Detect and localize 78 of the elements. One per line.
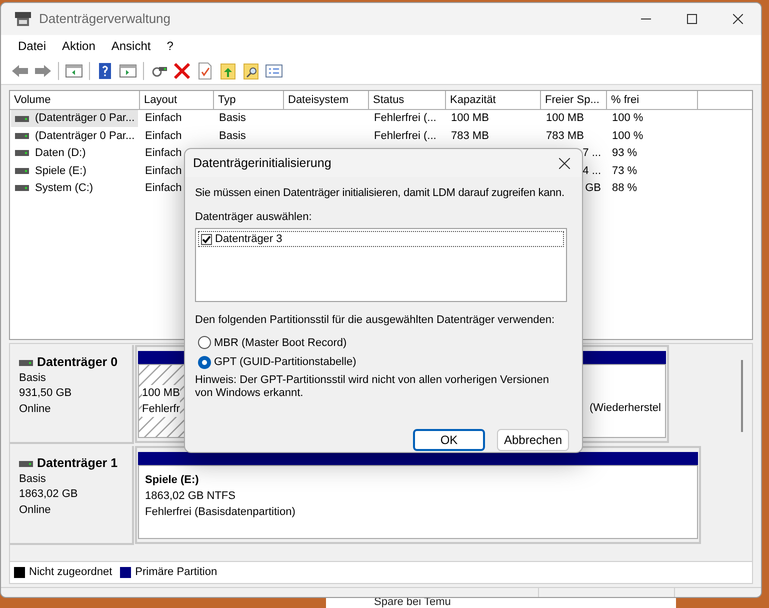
drive-icon [15, 185, 29, 192]
window-title: Datenträgerverwaltung [39, 10, 171, 28]
partition-title: Spiele (E:) [145, 473, 200, 488]
menu-item[interactable]: Datei [11, 37, 54, 55]
drive-icon [15, 150, 29, 156]
radio-label: MBR (Master Boot Record) [214, 336, 347, 350]
partition-block[interactable]: Spiele (E:) 1863,02 GB NTFS Fehlerfrei (Basisdatenpartition) [138, 465, 698, 539]
disk-status: Online [19, 402, 52, 416]
partition-text: Fehlerfrei (Basisdatenpartition) [145, 505, 296, 520]
table-cell-text: 100 % [612, 128, 644, 144]
drive-icon [19, 460, 33, 467]
column-header[interactable]: % frei [607, 91, 698, 110]
column-header[interactable]: Status [369, 91, 446, 110]
select-label: Datenträger auswählen: [195, 210, 313, 224]
scrollbar-thumb[interactable] [741, 360, 743, 432]
radio-button[interactable] [198, 336, 211, 350]
disk-name: Datenträger 1 [37, 456, 118, 472]
partition-text: (Wiederherstel [589, 400, 661, 416]
table-cell-text: 783 MB [451, 128, 489, 144]
menu-item[interactable]: ? [160, 37, 180, 55]
table-cell-text: Einfach [145, 146, 182, 162]
partition-text: 1863,02 GB NTFS [145, 489, 236, 504]
menu-item[interactable]: Aktion [55, 37, 102, 55]
disk-type: Basis [19, 370, 47, 386]
table-cell-text: GB [585, 181, 601, 196]
column-header[interactable]: Typ [214, 91, 284, 110]
disk-name: Datenträger 0 [37, 355, 118, 370]
app-icon [15, 12, 31, 26]
partition-text: 100 MB [142, 385, 180, 401]
table-cell-text: Fehlerfrei (... [374, 111, 436, 126]
dialog-title: Datenträgerinitialisierung [193, 154, 332, 172]
disk-list-item[interactable]: Datenträger 3 [198, 231, 564, 247]
drive-icon [15, 116, 29, 122]
radio-label: GPT (GUID-Partitionstabelle) [214, 355, 356, 370]
column-header[interactable]: Dateisystem [284, 91, 369, 110]
style-label: Den folgenden Partitionsstil für die ausgewählten Datenträger verwenden: [195, 313, 556, 328]
table-cell-text: 4 ... [582, 164, 601, 179]
checkbox[interactable] [201, 234, 212, 244]
column-header[interactable]: Freier Sp... [541, 91, 607, 110]
table-cell-text: 783 MB [546, 128, 584, 144]
column-header[interactable]: Kapazität [446, 91, 541, 110]
disk-status: Online [19, 502, 52, 518]
dialog-note: Hinweis: Der GPT-Partitionsstil wird nicht von allen vorherigen Versionen von Windows erkannt. [195, 374, 550, 400]
disk-label-panel[interactable]: Datenträger 1 Basis 1863,02 GB Online [10, 446, 134, 545]
dialog-button[interactable]: OK [413, 428, 485, 450]
table-cell-text: 93 % [612, 146, 638, 162]
drive-icon [15, 168, 29, 174]
table-cell-text: Einfach [145, 128, 182, 144]
disk-label-panel[interactable]: Datenträger 0 Basis 931,50 GB Online [10, 345, 134, 444]
partition-text: Fehlerfr [142, 401, 180, 417]
table-cell-text: Einfach [145, 181, 182, 196]
disk-size: 931,50 GB [19, 386, 73, 401]
drive-icon [15, 133, 29, 140]
radio-button[interactable] [198, 356, 211, 369]
maximize-icon [687, 14, 697, 24]
dialog-message: Sie müssen einen Datenträger initialisieren, damit LDM darauf zugreifen kann. [195, 186, 564, 201]
table-cell-text: 100 MB [451, 111, 489, 126]
table-cell-text: 73 % [612, 164, 638, 179]
table-cell-text: 7 ... [582, 146, 601, 162]
dialog-button[interactable]: Abbrechen [497, 428, 569, 450]
close-icon [733, 14, 743, 24]
table-cell-text: Basis [219, 111, 246, 126]
volume-cell[interactable]: (Datenträger 0 Par... [11, 110, 138, 128]
table-cell-text: 100 MB [546, 111, 584, 126]
disk-size: 1863,02 GB [19, 487, 79, 502]
drive-icon [19, 360, 33, 366]
disk-type: Basis [19, 472, 47, 486]
column-header[interactable]: Layout [140, 91, 214, 110]
table-cell-text: Basis [219, 128, 246, 144]
table-cell-text: Einfach [145, 164, 182, 179]
table-cell-text: Einfach [145, 111, 182, 126]
menu-item[interactable]: Ansicht [104, 37, 158, 55]
legend-label: Nicht zugeordnet [29, 565, 112, 580]
close-icon [558, 158, 570, 168]
table-cell-text: Fehlerfrei (... [374, 128, 436, 144]
table-cell-text: 100 % [612, 111, 644, 126]
table-cell-text: 88 % [612, 181, 638, 196]
legend-label: Primäre Partition [135, 565, 218, 580]
